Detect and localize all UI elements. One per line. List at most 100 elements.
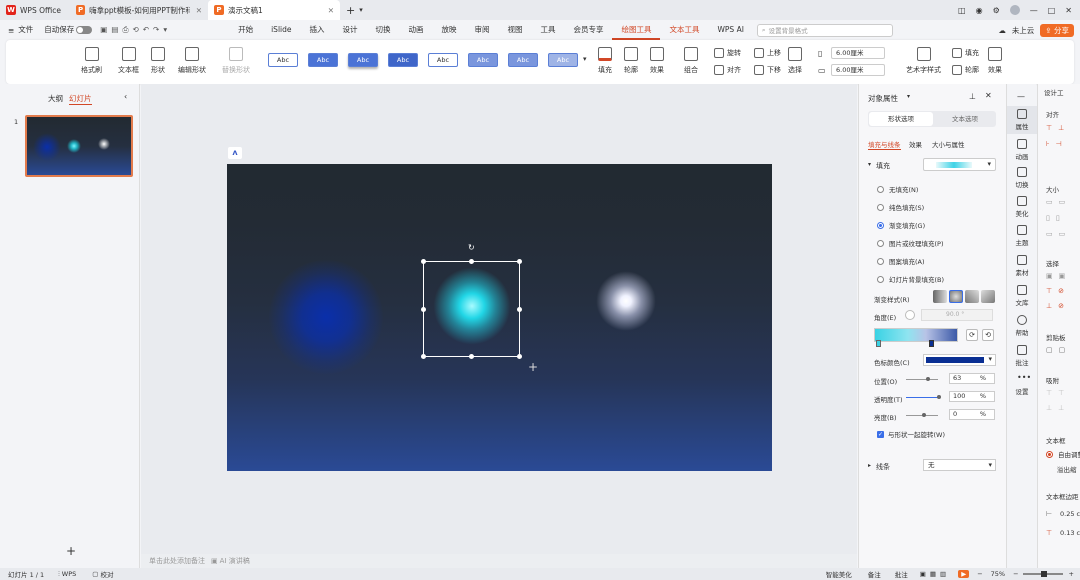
menu-transition[interactable]: 切换 bbox=[366, 20, 399, 40]
settings-icon[interactable]: ⚙ bbox=[993, 6, 1000, 15]
clipboard-icons[interactable]: ▢▢ bbox=[1046, 346, 1071, 354]
close-icon[interactable]: ✕ bbox=[190, 6, 202, 15]
gallery-more-icon[interactable]: ▾ bbox=[583, 55, 587, 63]
menu-slideshow[interactable]: 放映 bbox=[432, 20, 465, 40]
shape-style-8[interactable]: Abc bbox=[548, 53, 578, 67]
menu-view[interactable]: 视图 bbox=[498, 20, 531, 40]
layout-icon[interactable]: ◫ bbox=[958, 6, 966, 15]
resize-handle[interactable] bbox=[517, 259, 522, 264]
fill-button[interactable]: 填充 bbox=[598, 47, 612, 75]
transparency-input[interactable]: 100% bbox=[949, 391, 995, 402]
strip-library[interactable]: 文库 bbox=[1007, 285, 1037, 307]
rotate-button[interactable]: 旋转 bbox=[714, 48, 741, 58]
menu-design[interactable]: 设计 bbox=[333, 20, 366, 40]
glow-circle-blue[interactable] bbox=[269, 260, 383, 374]
proof-button[interactable]: 校对 bbox=[100, 569, 113, 579]
play-icon[interactable]: ▶ bbox=[958, 570, 970, 578]
fill-gradient-dropdown[interactable]: ▾ bbox=[923, 158, 996, 171]
chevron-down-icon[interactable]: ▾ bbox=[359, 6, 363, 14]
resize-handle[interactable] bbox=[517, 307, 522, 312]
avatar[interactable] bbox=[1009, 5, 1020, 15]
ai-assistant-icon[interactable]: ʌ bbox=[228, 147, 242, 159]
gradient-bar[interactable] bbox=[874, 328, 958, 342]
collapse-icon[interactable]: ▾ bbox=[868, 161, 871, 168]
strip-beautify[interactable]: 美化 bbox=[1007, 196, 1037, 218]
size-icons[interactable]: ▭▭ bbox=[1046, 198, 1071, 206]
close-window-icon[interactable]: ✕ bbox=[1065, 6, 1072, 15]
strip-settings[interactable]: ••• 设置 bbox=[1007, 374, 1037, 397]
radio-picture-fill[interactable]: 图片或纹理填充(P) bbox=[877, 238, 944, 248]
shape-style-6[interactable]: Abc bbox=[468, 53, 498, 67]
menu-islide[interactable]: iSlide bbox=[262, 20, 300, 40]
select-button[interactable]: 选择 bbox=[788, 47, 802, 75]
radio-auto-adjust[interactable]: 自由调整 bbox=[1046, 449, 1080, 459]
menu-insert[interactable]: 插入 bbox=[300, 20, 333, 40]
ai-speech-button[interactable]: AI 演讲稿 bbox=[220, 556, 250, 566]
text-outline-button[interactable]: 轮廓 bbox=[952, 65, 979, 75]
subtab-fill-line[interactable]: 填充与线条 bbox=[868, 139, 901, 150]
wps-status[interactable]: WPS bbox=[62, 570, 76, 578]
line-dropdown[interactable]: 无 ▾ bbox=[923, 459, 996, 471]
art-text-style-button[interactable]: 艺术字样式 bbox=[906, 47, 941, 75]
shape-style-7[interactable]: Abc bbox=[508, 53, 538, 67]
shape-style-5[interactable]: Abc bbox=[428, 53, 458, 67]
notes-toggle[interactable]: 备注 bbox=[868, 569, 881, 579]
radio-gradient-fill[interactable]: 渐变填充(G) bbox=[877, 220, 925, 230]
remove-stop-icon[interactable]: ⟲ bbox=[982, 329, 994, 341]
align-icons[interactable]: ⊤⊥ bbox=[1046, 124, 1070, 132]
menu-home[interactable]: 开始 bbox=[229, 20, 262, 40]
slide-canvas[interactable]: ↻ + bbox=[227, 164, 772, 471]
strip-comments[interactable]: 批注 bbox=[1007, 345, 1037, 367]
overflow-option[interactable]: 溢出缩 bbox=[1057, 464, 1077, 474]
add-slide-button[interactable]: + bbox=[66, 544, 76, 558]
effect-button[interactable]: 效果 bbox=[650, 47, 664, 75]
menu-review[interactable]: 审阅 bbox=[465, 20, 498, 40]
snap-icons[interactable]: ⊤⊤ bbox=[1046, 389, 1070, 397]
linear-gradient-icon[interactable] bbox=[933, 290, 947, 303]
zoom-in-plus-icon[interactable]: + bbox=[1069, 570, 1074, 578]
subtab-size[interactable]: 大小与属性 bbox=[932, 139, 965, 149]
menu-text-tools[interactable]: 文本工具 bbox=[660, 20, 708, 40]
menu-member[interactable]: 会员专享 bbox=[564, 20, 612, 40]
rect-gradient-icon[interactable] bbox=[965, 290, 979, 303]
maximize-icon[interactable]: □ bbox=[1048, 6, 1056, 15]
size-icons[interactable]: ▭▭ bbox=[1046, 230, 1071, 238]
user-icon[interactable]: ◉ bbox=[976, 6, 983, 15]
send-backward-button[interactable]: 下移 bbox=[754, 65, 781, 75]
resize-handle[interactable] bbox=[421, 307, 426, 312]
shape-button[interactable]: 形状 bbox=[151, 47, 165, 75]
shape-style-1[interactable]: Abc bbox=[268, 53, 298, 67]
gradient-stop-left[interactable] bbox=[876, 340, 881, 347]
selection-box[interactable]: ↻ bbox=[421, 243, 522, 359]
radio-solid-fill[interactable]: 纯色填充(S) bbox=[877, 202, 924, 212]
rotate-handle-icon[interactable]: ↻ bbox=[468, 243, 475, 252]
collapse-panel-icon[interactable]: ‹ bbox=[124, 92, 127, 101]
tab-slides[interactable]: 幻灯片 bbox=[69, 93, 92, 105]
replace-shape-button[interactable]: 替换形状 bbox=[222, 47, 250, 75]
pin-icon[interactable]: ⊥ bbox=[969, 92, 976, 101]
strip-transition[interactable]: 切换 bbox=[1007, 167, 1037, 189]
new-tab-button[interactable]: + bbox=[346, 4, 355, 17]
share-button[interactable]: ⇪ 分享 bbox=[1040, 23, 1074, 37]
outline-button[interactable]: 轮廓 bbox=[624, 47, 638, 75]
close-icon[interactable]: ✕ bbox=[322, 6, 334, 15]
radio-slide-bg-fill[interactable]: 幻灯片背景填充(B) bbox=[877, 274, 944, 284]
brightness-input[interactable]: 0% bbox=[949, 409, 995, 420]
tab-presentation1[interactable]: P 演示文稿1 ✕ bbox=[208, 0, 340, 20]
strip-theme[interactable]: 主题 bbox=[1007, 225, 1037, 247]
menu-animation[interactable]: 动画 bbox=[399, 20, 432, 40]
zoom-out-icon[interactable]: − bbox=[977, 570, 982, 578]
select-icons[interactable]: ▣▣ bbox=[1046, 272, 1071, 280]
notes-placeholder[interactable]: 单击此处添加备注 bbox=[149, 556, 205, 566]
search-box[interactable]: ⌕ 设置背景格式 bbox=[756, 23, 893, 37]
zoom-slider-thumb[interactable] bbox=[1040, 571, 1047, 577]
slider-thumb[interactable] bbox=[937, 395, 941, 399]
format-painter-button[interactable]: 格式刷 bbox=[81, 47, 102, 75]
align-button[interactable]: 对齐 bbox=[714, 65, 741, 75]
shape-style-2[interactable]: Abc bbox=[308, 53, 338, 67]
zoom-slider[interactable] bbox=[1022, 571, 1063, 577]
slide-thumbnail[interactable] bbox=[25, 115, 133, 177]
distribute-icons[interactable]: ⊦⊣ bbox=[1046, 140, 1068, 148]
shape-style-4[interactable]: Abc bbox=[388, 53, 418, 67]
resize-handle[interactable] bbox=[421, 354, 426, 359]
